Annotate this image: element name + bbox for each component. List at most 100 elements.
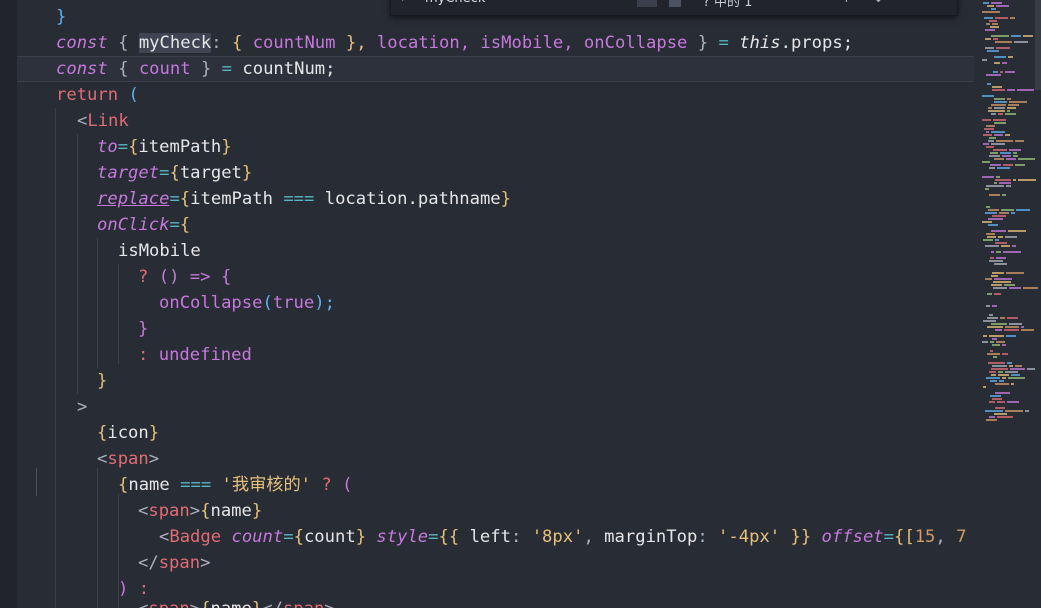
minimap-line bbox=[995, 329, 1002, 331]
minimap-line bbox=[992, 344, 1000, 346]
code-token: { bbox=[128, 137, 139, 157]
minimap-line bbox=[998, 236, 1003, 238]
minimap-line bbox=[994, 158, 1004, 160]
code-token: to bbox=[97, 137, 118, 157]
code-token: : bbox=[138, 345, 149, 365]
minimap-line bbox=[1006, 335, 1016, 337]
find-input[interactable]: myCheck bbox=[425, 0, 485, 6]
minimap-line bbox=[982, 221, 992, 223]
code-token: < bbox=[77, 111, 88, 131]
code-token: => bbox=[189, 267, 211, 287]
minimap-line bbox=[989, 194, 1000, 196]
minimap-line bbox=[992, 215, 1006, 217]
minimap-line bbox=[993, 356, 997, 358]
minimap-line bbox=[986, 377, 1000, 379]
minimap-line bbox=[1011, 383, 1014, 385]
code-line: const { count } = countNum; bbox=[56, 56, 336, 82]
arrow-down-icon[interactable]: ↓ bbox=[873, 0, 884, 6]
regex-toggle[interactable] bbox=[669, 0, 681, 7]
find-widget[interactable]: › myCheck ? 中的 1 ↑ ↓ bbox=[390, 0, 958, 16]
minimap-line bbox=[991, 251, 994, 253]
minimap-line bbox=[1009, 287, 1021, 289]
minimap-line bbox=[987, 326, 1003, 328]
code-token: name bbox=[128, 475, 170, 495]
minimap-line bbox=[991, 284, 1002, 286]
minimap-line bbox=[982, 95, 994, 97]
minimap-line bbox=[1006, 185, 1011, 187]
code-token: ( bbox=[342, 475, 353, 495]
minimap-line bbox=[989, 371, 996, 373]
minimap-line bbox=[1007, 98, 1011, 100]
code-line: onClick={ bbox=[97, 212, 190, 238]
minimap-line bbox=[1018, 179, 1036, 181]
minimap-line bbox=[991, 113, 996, 115]
code-token: name bbox=[210, 599, 251, 608]
search-match: myCheck bbox=[138, 33, 212, 53]
code-line: replace={itemPath === location.pathname} bbox=[97, 186, 511, 212]
minimap-line bbox=[1008, 56, 1013, 58]
code-token: countNum; bbox=[242, 59, 336, 79]
minimap-line bbox=[988, 110, 1005, 112]
minimap-line bbox=[991, 8, 996, 10]
code-token: } bbox=[221, 137, 232, 157]
code-token: > bbox=[324, 599, 334, 608]
minimap-line bbox=[1004, 329, 1019, 331]
chevron-right-icon[interactable]: › bbox=[401, 0, 406, 6]
minimap[interactable] bbox=[980, 0, 1041, 608]
code-line: return ( bbox=[56, 82, 139, 108]
code-token: { bbox=[118, 33, 129, 53]
minimap-slider[interactable] bbox=[1035, 0, 1041, 90]
minimap-line bbox=[989, 167, 995, 169]
code-line: </span> bbox=[138, 550, 210, 576]
minimap-line bbox=[1007, 110, 1010, 112]
minimap-line bbox=[991, 35, 1009, 37]
code-line: target={target} bbox=[97, 160, 252, 186]
minimap-line bbox=[995, 239, 999, 241]
code-token: onClick bbox=[97, 215, 170, 235]
minimap-line bbox=[989, 260, 1003, 262]
code-token: count bbox=[138, 59, 191, 79]
minimap-line bbox=[982, 161, 990, 163]
code-token: () bbox=[158, 267, 180, 287]
code-token: : bbox=[697, 527, 708, 547]
minimap-line bbox=[1000, 71, 1003, 73]
minimap-line bbox=[994, 182, 997, 184]
code-token: { bbox=[220, 267, 232, 287]
minimap-line bbox=[1006, 272, 1024, 274]
minimap-line bbox=[985, 410, 1003, 412]
minimap-line bbox=[994, 263, 1007, 265]
minimap-line bbox=[983, 320, 996, 322]
code-token: > bbox=[189, 501, 201, 521]
minimap-line bbox=[990, 350, 993, 352]
minimap-line bbox=[999, 182, 1011, 184]
code-token: } bbox=[697, 33, 709, 53]
code-line: onCollapse(true); bbox=[159, 290, 335, 316]
minimap-line bbox=[989, 137, 996, 139]
minimap-line bbox=[985, 38, 991, 40]
code-token: ? bbox=[138, 267, 149, 287]
code-token: icon bbox=[107, 423, 149, 443]
arrow-up-icon[interactable]: ↑ bbox=[841, 0, 852, 6]
code-area[interactable]: } const { myCheck: { countNum }, locatio… bbox=[0, 0, 974, 608]
code-token: } bbox=[251, 501, 263, 521]
minimap-line bbox=[987, 5, 994, 7]
minimap-line bbox=[987, 83, 991, 85]
code-line: > bbox=[77, 394, 87, 420]
code-token: , bbox=[935, 527, 946, 547]
code-token: .pathname bbox=[407, 189, 501, 209]
code-token: span bbox=[148, 599, 189, 608]
minimap-line bbox=[996, 5, 1009, 7]
minimap-line bbox=[1015, 140, 1024, 142]
code-token: Link bbox=[87, 111, 129, 131]
match-case-toggle[interactable] bbox=[637, 0, 657, 7]
minimap-line bbox=[994, 56, 1006, 58]
minimap-line bbox=[991, 230, 1006, 232]
minimap-line bbox=[1018, 158, 1035, 160]
code-line: const { myCheck: { countNum }, location,… bbox=[56, 30, 853, 56]
minimap-line bbox=[1008, 104, 1019, 106]
minimap-line bbox=[983, 134, 992, 136]
minimap-line bbox=[1010, 17, 1015, 19]
minimap-line bbox=[1003, 251, 1021, 253]
code-editor[interactable]: } const { myCheck: { countNum }, locatio… bbox=[0, 0, 1041, 608]
minimap-line bbox=[1002, 344, 1006, 346]
